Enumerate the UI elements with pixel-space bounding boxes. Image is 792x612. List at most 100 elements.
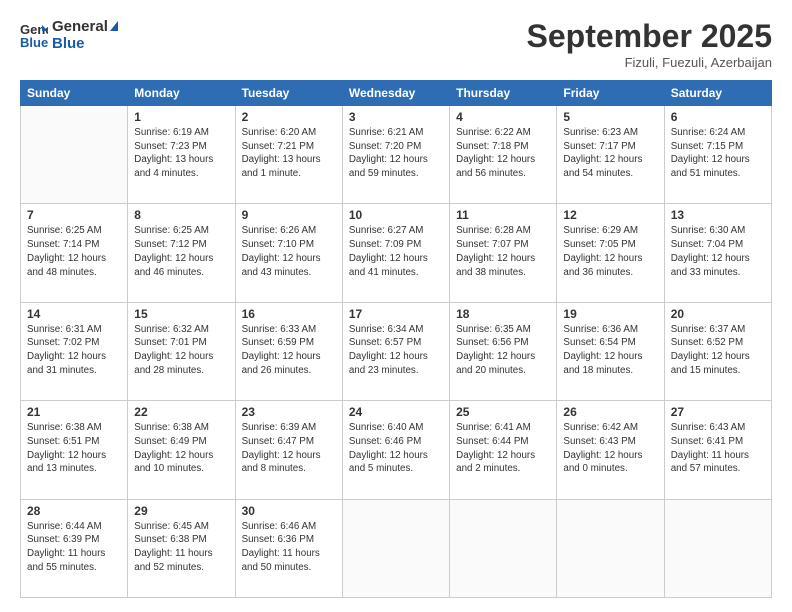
day-number: 30 [242, 504, 336, 518]
day-number: 28 [27, 504, 121, 518]
day-info: Sunrise: 6:41 AMSunset: 6:44 PMDaylight:… [456, 421, 550, 476]
day-info: Sunrise: 6:30 AMSunset: 7:04 PMDaylight:… [671, 224, 765, 279]
day-number: 15 [134, 307, 228, 321]
day-info: Sunrise: 6:26 AMSunset: 7:10 PMDaylight:… [242, 224, 336, 279]
day-number: 8 [134, 208, 228, 222]
day-info: Sunrise: 6:23 AMSunset: 7:17 PMDaylight:… [563, 126, 657, 181]
header-cell-wednesday: Wednesday [342, 81, 449, 106]
day-info: Sunrise: 6:22 AMSunset: 7:18 PMDaylight:… [456, 126, 550, 181]
day-number: 22 [134, 405, 228, 419]
calendar-cell: 28 Sunrise: 6:44 AMSunset: 6:39 PMDayligh… [21, 499, 128, 597]
calendar-cell: 9 Sunrise: 6:26 AMSunset: 7:10 PMDaylight… [235, 204, 342, 302]
calendar-cell: 2Sunrise: 6:20 AMSunset: 7:21 PMDaylight… [235, 106, 342, 204]
calendar-cell: 24 Sunrise: 6:40 AMSunset: 6:46 PMDayligh… [342, 401, 449, 499]
day-info: Sunrise: 6:40 AMSunset: 6:46 PMDaylight:… [349, 421, 443, 476]
calendar-cell: 17 Sunrise: 6:34 AMSunset: 6:57 PMDayligh… [342, 302, 449, 400]
day-number: 7 [27, 208, 121, 222]
calendar-cell [557, 499, 664, 597]
day-info: Sunrise: 6:44 AMSunset: 6:39 PMDaylight:… [27, 520, 121, 575]
calendar-cell: 16 Sunrise: 6:33 AMSunset: 6:59 PMDayligh… [235, 302, 342, 400]
day-number: 6 [671, 110, 765, 124]
day-info: Sunrise: 6:25 AMSunset: 7:14 PMDaylight:… [27, 224, 121, 279]
day-number: 12 [563, 208, 657, 222]
calendar-cell: 8 Sunrise: 6:25 AMSunset: 7:12 PMDaylight… [128, 204, 235, 302]
calendar-cell: 7 Sunrise: 6:25 AMSunset: 7:14 PMDaylight… [21, 204, 128, 302]
calendar-cell: 13Sunrise: 6:30 AMSunset: 7:04 PMDayligh… [664, 204, 771, 302]
day-info: Sunrise: 6:20 AMSunset: 7:21 PMDaylight:… [242, 126, 336, 181]
calendar-cell: 27 Sunrise: 6:43 AMSunset: 6:41 PMDayligh… [664, 401, 771, 499]
calendar-cell: 30 Sunrise: 6:46 AMSunset: 6:36 PMDayligh… [235, 499, 342, 597]
day-info: Sunrise: 6:19 AMSunset: 7:23 PMDaylight:… [134, 126, 228, 181]
day-number: 16 [242, 307, 336, 321]
calendar-cell: 26 Sunrise: 6:42 AMSunset: 6:43 PMDayligh… [557, 401, 664, 499]
week-row-2: 7 Sunrise: 6:25 AMSunset: 7:14 PMDaylight… [21, 204, 772, 302]
day-info: Sunrise: 6:21 AMSunset: 7:20 PMDaylight:… [349, 126, 443, 181]
day-number: 14 [27, 307, 121, 321]
day-number: 11 [456, 208, 550, 222]
logo: General Blue General Blue [20, 18, 118, 53]
day-info: Sunrise: 6:28 AMSunset: 7:07 PMDaylight:… [456, 224, 550, 279]
calendar-table: SundayMondayTuesdayWednesdayThursdayFrid… [20, 80, 772, 598]
calendar-cell [342, 499, 449, 597]
day-info: Sunrise: 6:38 AMSunset: 6:49 PMDaylight:… [134, 421, 228, 476]
day-info: Sunrise: 6:43 AMSunset: 6:41 PMDaylight:… [671, 421, 765, 476]
logo-icon: General Blue [20, 21, 48, 49]
calendar-cell: 12 Sunrise: 6:29 AMSunset: 7:05 PMDayligh… [557, 204, 664, 302]
calendar-cell: 3Sunrise: 6:21 AMSunset: 7:20 PMDaylight… [342, 106, 449, 204]
calendar-cell: 14 Sunrise: 6:31 AMSunset: 7:02 PMDayligh… [21, 302, 128, 400]
day-number: 21 [27, 405, 121, 419]
svg-text:Blue: Blue [20, 35, 48, 49]
day-info: Sunrise: 6:33 AMSunset: 6:59 PMDaylight:… [242, 323, 336, 378]
calendar-cell [450, 499, 557, 597]
day-info: Sunrise: 6:25 AMSunset: 7:12 PMDaylight:… [134, 224, 228, 279]
month-title: September 2025 [527, 18, 772, 55]
header-cell-tuesday: Tuesday [235, 81, 342, 106]
header-cell-friday: Friday [557, 81, 664, 106]
week-row-3: 14 Sunrise: 6:31 AMSunset: 7:02 PMDayligh… [21, 302, 772, 400]
week-row-5: 28 Sunrise: 6:44 AMSunset: 6:39 PMDayligh… [21, 499, 772, 597]
day-number: 23 [242, 405, 336, 419]
calendar-page: General Blue General Blue September 2025… [0, 0, 792, 612]
day-number: 5 [563, 110, 657, 124]
day-info: Sunrise: 6:29 AMSunset: 7:05 PMDaylight:… [563, 224, 657, 279]
calendar-cell: 19Sunrise: 6:36 AMSunset: 6:54 PMDayligh… [557, 302, 664, 400]
header-row: SundayMondayTuesdayWednesdayThursdayFrid… [21, 81, 772, 106]
week-row-1: 1Sunrise: 6:19 AMSunset: 7:23 PMDaylight… [21, 106, 772, 204]
day-number: 17 [349, 307, 443, 321]
day-info: Sunrise: 6:42 AMSunset: 6:43 PMDaylight:… [563, 421, 657, 476]
day-info: Sunrise: 6:35 AMSunset: 6:56 PMDaylight:… [456, 323, 550, 378]
week-row-4: 21Sunrise: 6:38 AMSunset: 6:51 PMDayligh… [21, 401, 772, 499]
day-number: 9 [242, 208, 336, 222]
day-info: Sunrise: 6:31 AMSunset: 7:02 PMDaylight:… [27, 323, 121, 378]
calendar-cell: 22 Sunrise: 6:38 AMSunset: 6:49 PMDayligh… [128, 401, 235, 499]
calendar-cell: 29Sunrise: 6:45 AMSunset: 6:38 PMDayligh… [128, 499, 235, 597]
calendar-cell: 25 Sunrise: 6:41 AMSunset: 6:44 PMDayligh… [450, 401, 557, 499]
header-cell-monday: Monday [128, 81, 235, 106]
header-cell-thursday: Thursday [450, 81, 557, 106]
calendar-cell: 6 Sunrise: 6:24 AMSunset: 7:15 PMDaylight… [664, 106, 771, 204]
day-number: 19 [563, 307, 657, 321]
calendar-cell: 10Sunrise: 6:27 AMSunset: 7:09 PMDayligh… [342, 204, 449, 302]
logo-line2: Blue [52, 35, 118, 52]
header: General Blue General Blue September 2025… [20, 18, 772, 70]
header-cell-saturday: Saturday [664, 81, 771, 106]
calendar-cell: 18 Sunrise: 6:35 AMSunset: 6:56 PMDayligh… [450, 302, 557, 400]
calendar-cell: 11 Sunrise: 6:28 AMSunset: 7:07 PMDayligh… [450, 204, 557, 302]
day-info: Sunrise: 6:32 AMSunset: 7:01 PMDaylight:… [134, 323, 228, 378]
day-number: 4 [456, 110, 550, 124]
day-info: Sunrise: 6:39 AMSunset: 6:47 PMDaylight:… [242, 421, 336, 476]
header-cell-sunday: Sunday [21, 81, 128, 106]
day-number: 18 [456, 307, 550, 321]
day-info: Sunrise: 6:46 AMSunset: 6:36 PMDaylight:… [242, 520, 336, 575]
calendar-cell: 1Sunrise: 6:19 AMSunset: 7:23 PMDaylight… [128, 106, 235, 204]
day-info: Sunrise: 6:24 AMSunset: 7:15 PMDaylight:… [671, 126, 765, 181]
day-number: 26 [563, 405, 657, 419]
day-info: Sunrise: 6:27 AMSunset: 7:09 PMDaylight:… [349, 224, 443, 279]
day-number: 25 [456, 405, 550, 419]
day-number: 20 [671, 307, 765, 321]
day-number: 24 [349, 405, 443, 419]
calendar-cell: 15 Sunrise: 6:32 AMSunset: 7:01 PMDayligh… [128, 302, 235, 400]
day-number: 27 [671, 405, 765, 419]
day-info: Sunrise: 6:45 AMSunset: 6:38 PMDaylight:… [134, 520, 228, 575]
day-info: Sunrise: 6:34 AMSunset: 6:57 PMDaylight:… [349, 323, 443, 378]
